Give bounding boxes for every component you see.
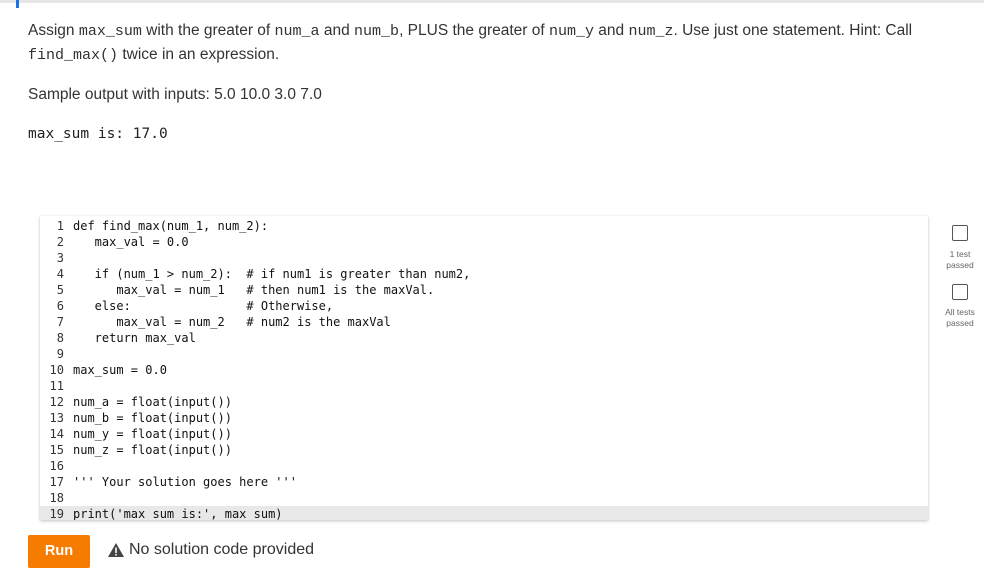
code-text[interactable]: max_val = 0.0 [73,234,189,250]
code-line[interactable]: 5 max_val = num_1 # then num1 is the max… [40,282,928,298]
code-line[interactable]: 14 num_y = float(input()) [40,426,928,442]
line-number: 19 [49,507,64,520]
inline-code: max_sum [78,23,142,40]
test1-status: 1 test passed [946,249,974,270]
line-number: 13 [49,411,64,425]
code-line[interactable]: 1 def find_max(num_1, num_2): [40,218,928,234]
problem-prompt: Assign max_sum with the greater of num_a… [28,19,948,67]
code-line[interactable]: 4 if (num_1 > num_2): # if num1 is great… [40,266,928,282]
prompt-text: , PLUS the greater of [399,22,549,39]
code-text[interactable]: num_y = float(input()) [73,426,232,442]
top-accent-marker [16,0,19,8]
code-text[interactable]: if (num_1 > num_2): # if num1 is greater… [73,266,471,282]
code-line[interactable]: 7 max_val = num_2 # num2 is the maxVal [40,314,928,330]
code-text[interactable]: num_a = float(input()) [73,394,232,410]
prompt-text: and [319,22,355,39]
all-tests-checkbox [952,284,968,300]
code-line[interactable]: 11 [40,378,928,394]
prompt-text: with the greater of [141,22,275,39]
inline-code: num_b [354,23,400,40]
code-text[interactable]: return max_val [73,330,196,346]
warning-icon [108,543,124,557]
line-number: 16 [49,459,64,473]
code-line[interactable]: 19 print('max_sum is:', max_sum) [40,506,928,520]
line-number: 12 [49,395,64,409]
code-text[interactable]: num_z = float(input()) [73,442,232,458]
code-line[interactable]: 6 else: # Otherwise, [40,298,928,314]
line-number: 7 [56,315,64,329]
result-message-text: No solution code provided [129,541,315,558]
code-line[interactable]: 16 [40,458,928,474]
sample-label: Sample output with inputs: 5.0 10.0 3.0 … [28,86,322,103]
line-number: 18 [49,491,64,505]
code-line[interactable]: 9 [40,346,928,362]
inline-code: find_max() [28,47,119,64]
code-line[interactable]: 3 [40,250,928,266]
line-number: 6 [56,299,64,313]
all-tests-status: All tests passed [945,307,975,328]
line-number: 10 [49,363,64,377]
code-editor[interactable]: 1 def find_max(num_1, num_2): 2 max_val = … [40,216,928,520]
line-number: 4 [56,267,64,281]
sample-output: max_sum is: 17.0 [28,126,168,142]
line-number: 9 [56,347,64,361]
inline-code: num_z [628,23,674,40]
line-number: 2 [56,235,64,249]
line-number: 1 [56,219,64,233]
inline-code: num_a [274,23,320,40]
code-line[interactable]: 17 ''' Your solution goes here ''' [40,474,928,490]
inline-code: num_y [548,23,594,40]
prompt-text: twice in an expression. [118,46,280,63]
line-number: 3 [56,251,64,265]
code-text[interactable]: max_val = num_1 # then num1 is the maxVa… [73,282,434,298]
line-number: 11 [49,379,64,393]
code-line[interactable]: 13 num_b = float(input()) [40,410,928,426]
code-text[interactable]: max_val = num_2 # num2 is the maxVal [73,314,391,330]
code-line[interactable]: 12 num_a = float(input()) [40,394,928,410]
code-text[interactable]: num_b = float(input()) [73,410,232,426]
test1-checkbox [952,225,968,241]
line-number: 17 [49,475,64,489]
code-line[interactable]: 15 num_z = float(input()) [40,442,928,458]
prompt-text: Assign [28,22,79,39]
code-text[interactable]: max_sum = 0.0 [73,362,167,378]
code-text[interactable]: def find_max(num_1, num_2): [73,218,268,234]
line-number: 14 [49,427,64,441]
run-button[interactable]: Run [28,535,90,568]
code-line[interactable]: 8 return max_val [40,330,928,346]
prompt-text: and [594,22,629,39]
code-text[interactable]: ''' Your solution goes here ''' [73,474,297,490]
code-line[interactable]: 18 [40,490,928,506]
code-line[interactable]: 2 max_val = 0.0 [40,234,928,250]
code-text[interactable]: else: # Otherwise, [73,298,333,314]
line-number: 8 [56,331,64,345]
code-line[interactable]: 10 max_sum = 0.0 [40,362,928,378]
prompt-text: . Use just one statement. Hint: Call [673,22,913,39]
code-lines[interactable]: 1 def find_max(num_1, num_2): 2 max_val = … [40,218,928,520]
line-number: 15 [49,443,64,457]
top-divider [0,0,984,3]
result-message: No solution code provided [107,541,314,559]
line-number: 5 [56,283,64,297]
code-text[interactable]: print('max_sum is:', max_sum) [73,506,283,520]
